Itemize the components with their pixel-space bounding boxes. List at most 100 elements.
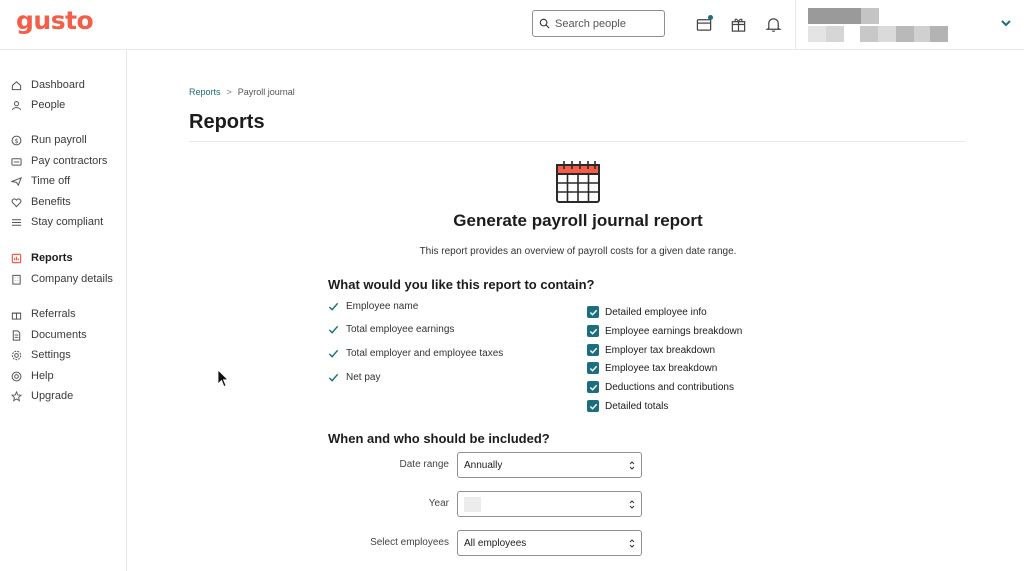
checkbox[interactable] — [587, 400, 599, 412]
notification-dot — [708, 15, 713, 20]
checkbox-deductions-and-contributions[interactable]: Deductions and contributions — [587, 381, 734, 393]
checkbox-employee-earnings-breakdown[interactable]: Employee earnings breakdown — [587, 325, 742, 337]
checkbox-label[interactable]: Employer tax breakdown — [605, 345, 715, 356]
account-menu[interactable] — [795, 0, 1024, 50]
sidebar-item-label: Referrals — [31, 308, 76, 320]
sidebar-item-label: Dashboard — [31, 79, 85, 91]
sidebar-item-referrals[interactable]: Referrals — [10, 306, 76, 322]
included-item: Employee name — [328, 301, 418, 312]
sidebar-item-reports[interactable]: Reports — [10, 250, 73, 266]
sidebar-item-time-off[interactable]: Time off — [10, 173, 70, 189]
sidebar-item-help[interactable]: Help — [10, 368, 54, 384]
breadcrumb-separator: > — [226, 87, 232, 97]
gear-icon — [11, 350, 21, 360]
checkmark-icon — [328, 302, 339, 311]
dollar-icon: $ — [11, 135, 21, 145]
checkbox-label[interactable]: Employee earnings breakdown — [605, 326, 742, 337]
redacted-company-part — [896, 26, 914, 42]
redacted-company-part — [826, 26, 844, 42]
checkbox[interactable] — [587, 362, 599, 374]
sidebar-item-stay-compliant[interactable]: Stay compliant — [10, 214, 103, 230]
chevron-down-icon[interactable] — [1000, 17, 1012, 29]
report-heading: Generate payroll journal report — [453, 211, 703, 230]
sidebar-item-company-details[interactable]: Company details — [10, 271, 113, 287]
checkbox-detailed-totals[interactable]: Detailed totals — [587, 400, 668, 412]
checkbox[interactable] — [587, 344, 599, 356]
checkbox-label[interactable]: Employee tax breakdown — [605, 363, 717, 374]
sidebar-item-label: Help — [31, 370, 54, 382]
gift-button[interactable] — [729, 15, 747, 33]
breadcrumb-link-reports[interactable]: Reports — [189, 87, 221, 97]
search-box[interactable] — [532, 10, 665, 37]
sidebar-item-documents[interactable]: Documents — [10, 327, 87, 343]
select-employees-label: Select employees — [370, 537, 449, 548]
page-title: Reports — [189, 111, 265, 133]
date-range-label: Date range — [399, 459, 449, 470]
employees-value: All employees — [464, 537, 527, 549]
employees-select[interactable]: All employees — [457, 530, 642, 556]
date-range-select[interactable]: Annually — [457, 452, 642, 478]
notifications-button[interactable] — [764, 15, 782, 33]
sidebar-item-upgrade[interactable]: Upgrade — [10, 388, 73, 404]
checkmark-icon — [328, 373, 339, 382]
top-header: gusto — [0, 0, 1024, 50]
sidebar-item-run-payroll[interactable]: $ Run payroll — [10, 132, 87, 148]
year-label: Year — [428, 498, 449, 509]
checkbox[interactable] — [587, 306, 599, 318]
report-description: This report provides an overview of payr… — [419, 246, 737, 257]
checkbox-check-icon — [589, 403, 597, 410]
checkbox-detailed-employee-info[interactable]: Detailed employee info — [587, 306, 707, 318]
mouse-cursor-icon — [217, 369, 229, 388]
redacted-company-part — [860, 26, 878, 42]
year-select[interactable] — [457, 491, 642, 517]
redacted-company — [808, 26, 826, 42]
search-icon — [539, 18, 550, 29]
checkbox[interactable] — [587, 325, 599, 337]
sidebar-item-label: Run payroll — [31, 134, 87, 146]
date-range-value: Annually — [464, 459, 503, 471]
svg-text:$: $ — [14, 136, 18, 144]
checkbox-label[interactable]: Detailed totals — [605, 401, 668, 412]
help-icon — [11, 371, 21, 381]
sidebar-item-label: People — [31, 99, 66, 111]
included-item: Total employee earnings — [328, 324, 454, 335]
calendar-illustration-icon — [556, 161, 600, 203]
sidebar-item-label: Documents — [31, 329, 87, 341]
included-item-label: Total employee earnings — [346, 324, 455, 335]
included-item-label: Net pay — [346, 372, 381, 383]
checkbox-check-icon — [589, 384, 597, 391]
sidebar-item-label: Settings — [31, 349, 71, 361]
calendar-notification-button[interactable] — [695, 15, 713, 33]
sidebar-item-benefits[interactable]: Benefits — [10, 194, 71, 210]
sidebar-item-label: Benefits — [31, 196, 71, 208]
sidebar-item-settings[interactable]: Settings — [10, 347, 71, 363]
plane-icon — [10, 176, 22, 186]
sidebar-item-people[interactable]: People — [10, 97, 65, 113]
redacted-company-part — [930, 26, 948, 42]
checkbox-check-icon — [589, 328, 597, 335]
people-icon — [11, 100, 21, 110]
redacted-company-part — [878, 26, 896, 42]
sidebar: Dashboard People $ Run payroll Pay contr… — [0, 50, 127, 571]
checkbox-label[interactable]: Detailed employee info — [605, 307, 707, 318]
heart-icon — [11, 197, 21, 207]
checkbox-employer-tax-breakdown[interactable]: Employer tax breakdown — [587, 344, 715, 356]
sidebar-item-label: Pay contractors — [31, 155, 108, 167]
checkmark-icon — [328, 349, 339, 358]
building-icon — [11, 274, 21, 285]
sidebar-item-dashboard[interactable]: Dashboard — [10, 77, 85, 93]
bell-icon — [764, 17, 782, 32]
checkbox-label[interactable]: Deductions and contributions — [605, 382, 734, 393]
search-input[interactable] — [555, 17, 660, 30]
document-icon — [12, 329, 20, 341]
list-icon — [11, 218, 21, 226]
select-arrows-icon — [629, 461, 635, 470]
star-icon — [10, 390, 22, 402]
gift-icon — [11, 312, 21, 320]
gusto-logo[interactable]: gusto — [16, 6, 94, 35]
sidebar-item-label: Time off — [31, 175, 71, 187]
checkmark-icon — [328, 325, 339, 334]
sidebar-item-pay-contractors[interactable]: Pay contractors — [10, 153, 107, 169]
checkbox-employee-tax-breakdown[interactable]: Employee tax breakdown — [587, 362, 717, 374]
checkbox[interactable] — [587, 381, 599, 393]
